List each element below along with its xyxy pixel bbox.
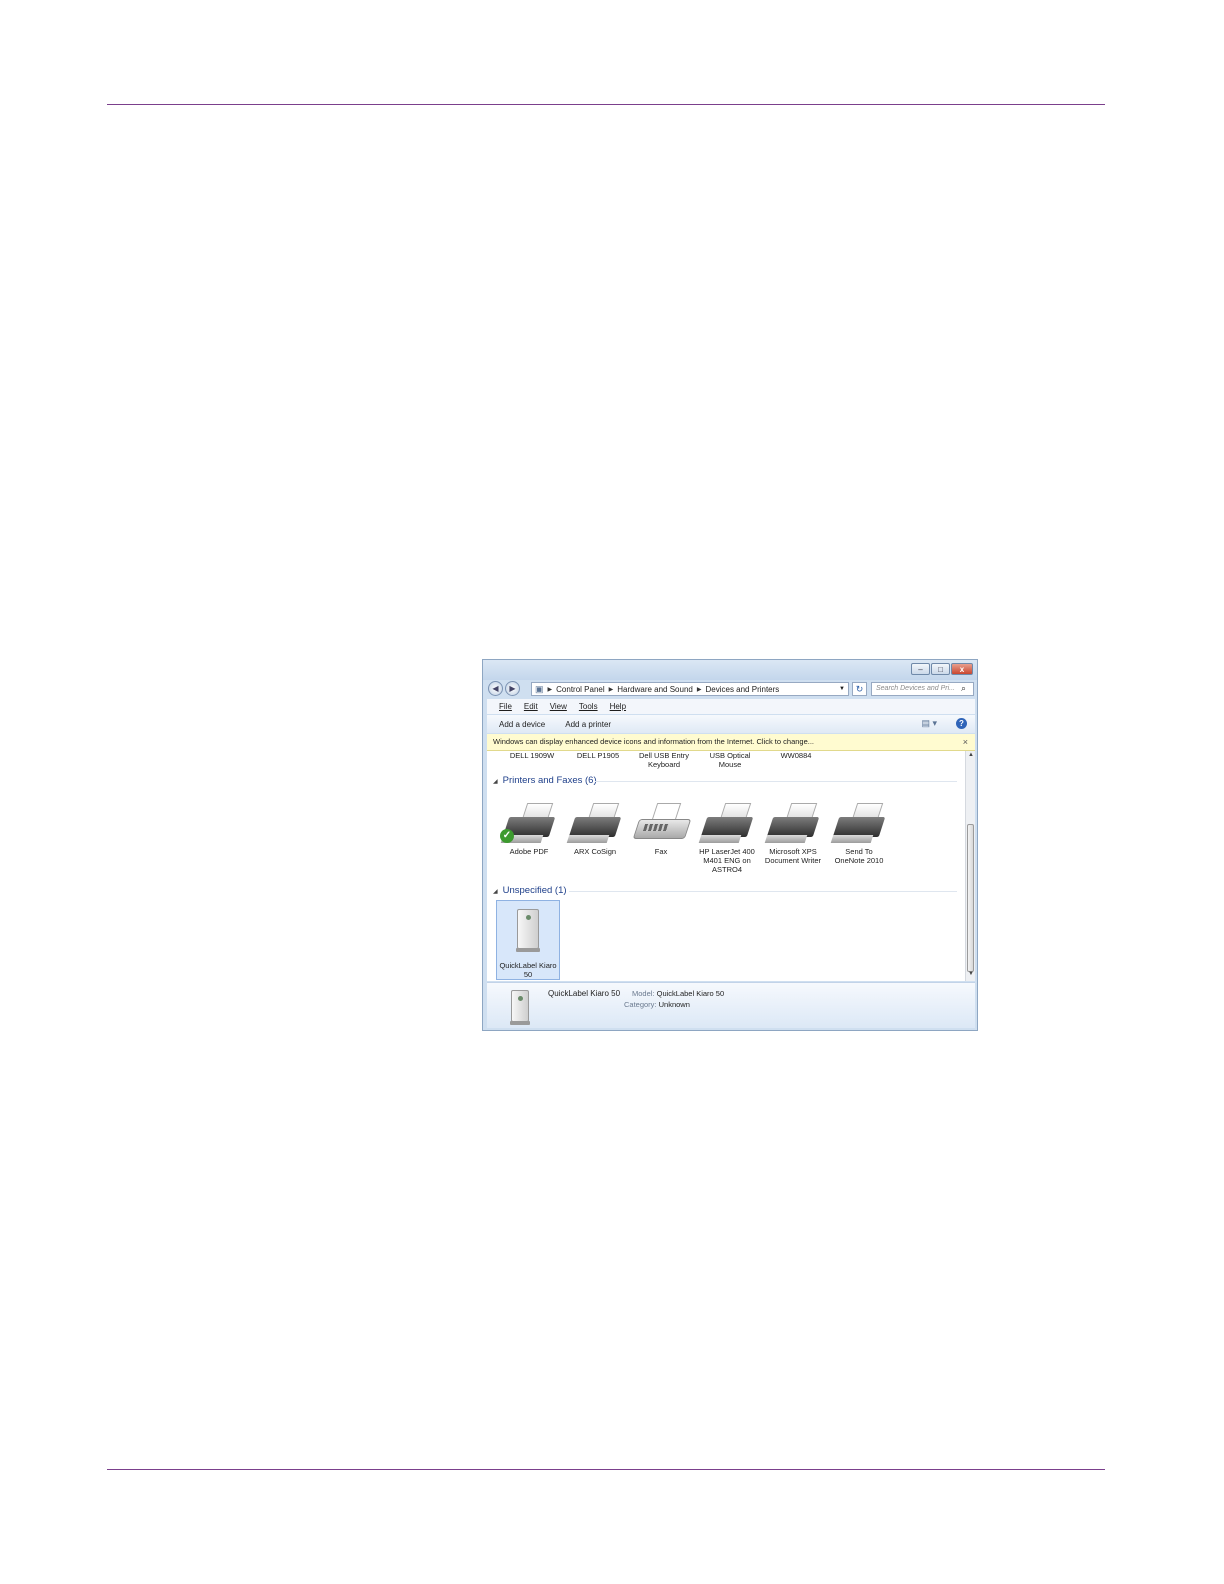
scroll-down-icon[interactable]: ▼ [967,971,975,980]
minimize-button[interactable]: – [911,663,930,675]
menu-help[interactable]: Help [610,702,626,711]
fax-icon [632,801,692,845]
device-item[interactable]: USB Optical Mouse [695,751,765,769]
info-bar-text[interactable]: Windows can display enhanced device icon… [493,737,814,746]
close-icon[interactable]: × [963,737,968,747]
device-label: Send To [845,847,873,856]
details-category: Category: Unknown [624,1000,690,1009]
device-label: ARX CoSign [573,847,617,856]
label-printer-icon [510,990,530,1025]
back-button[interactable]: ◀ [488,681,503,696]
vertical-scrollbar[interactable]: ▲ ▼ [965,751,975,981]
add-printer-button[interactable]: Add a printer [565,720,611,729]
device-label: DELL 1909W [509,751,555,760]
breadcrumb-separator-icon: ▶ [696,686,702,693]
device-list: DELL 1909W DELL P1905 Dell USB Entry Key… [487,751,965,981]
menu-view[interactable]: View [550,702,567,711]
device-label: Adobe PDF [509,847,549,856]
refresh-icon[interactable]: ↻ [852,682,867,696]
details-model-value: QuickLabel Kiaro 50 [656,989,725,998]
printer-icon [698,801,756,845]
printer-icon [764,801,822,845]
control-panel-folder-icon: ▣ [535,683,544,694]
help-icon[interactable]: ? [956,718,967,729]
breadcrumb-control-panel[interactable]: Control Panel [556,685,604,694]
address-dropdown-icon[interactable]: ▼ [839,686,845,692]
breadcrumb-separator-icon: ▶ [608,686,614,693]
printer-fax[interactable]: Fax [628,801,694,856]
device-label: Mouse [718,760,742,769]
printer-send-to-onenote[interactable]: Send To OneNote 2010 [826,801,892,865]
device-item[interactable]: DELL P1905 [563,751,633,760]
maximize-button[interactable]: □ [931,663,950,675]
details-pane: QuickLabel Kiaro 50 Model: QuickLabel Ki… [487,982,975,1028]
menu-edit[interactable]: Edit [524,702,538,711]
device-label: Document Writer [764,856,822,865]
menu-file[interactable]: File [499,702,512,711]
details-category-label: Category: [624,1000,657,1009]
device-label: Keyboard [647,760,681,769]
group-divider [595,781,957,782]
collapse-arrow-icon[interactable]: ◢ [493,889,498,895]
add-device-button[interactable]: Add a device [499,720,545,729]
details-category-value: Unknown [658,1000,690,1009]
device-label: USB Optical [709,751,751,760]
device-quicklabel-kiaro-50[interactable]: QuickLabel Kiaro 50 [496,900,560,980]
details-model-label: Model: [632,989,655,998]
address-bar[interactable]: ▣ ▶ Control Panel ▶ Hardware and Sound ▶… [531,682,849,696]
device-label: 50 [523,970,533,979]
device-label: Fax [654,847,668,856]
device-label: ASTRO4 [711,865,742,874]
navigation-bar: ◀ ▶ ▣ ▶ Control Panel ▶ Hardware and Sou… [483,680,977,698]
details-model: Model: QuickLabel Kiaro 50 [632,989,724,998]
scrollbar-thumb[interactable] [967,824,974,972]
default-checkmark-icon: ✓ [500,829,514,843]
device-item[interactable]: DELL 1909W [497,751,567,760]
forward-button[interactable]: ▶ [505,681,520,696]
printer-icon [566,801,624,845]
view-options-icon[interactable]: ▤ ▾ [921,718,937,729]
command-bar: Add a device Add a printer ▤ ▾ ? [487,715,975,733]
details-device-name: QuickLabel Kiaro 50 [548,989,621,998]
collapse-arrow-icon[interactable]: ◢ [493,779,498,785]
device-label: Microsoft XPS [769,847,817,856]
title-bar[interactable]: – □ x [483,660,977,680]
printer-hp-laserjet[interactable]: HP LaserJet 400 M401 ENG on ASTRO4 [694,801,760,874]
device-label: DELL P1905 [576,751,620,760]
printer-arx-cosign[interactable]: ARX CoSign [562,801,628,856]
device-item[interactable]: Dell USB Entry Keyboard [629,751,699,769]
devices-and-printers-window: – □ x ◀ ▶ ▣ ▶ Control Panel ▶ Hardware a… [482,659,978,1031]
printer-microsoft-xps[interactable]: Microsoft XPS Document Writer [760,801,826,865]
device-label: WW0884 [780,751,812,760]
device-label: HP LaserJet 400 [699,847,755,856]
device-item[interactable]: WW0884 [761,751,831,760]
printer-icon: ✓ [500,801,558,845]
search-icon[interactable]: ⌕ [961,683,966,694]
group-divider [569,891,957,892]
menu-tools[interactable]: Tools [579,702,598,711]
group-title: Printers and Faxes (6) [502,775,597,786]
device-label: Dell USB Entry [638,751,689,760]
device-label: QuickLabel Kiaro [499,961,557,970]
footer-rule [107,1469,1105,1470]
scroll-up-icon[interactable]: ▲ [967,752,975,761]
printer-icon [830,801,888,845]
group-header-unspecified[interactable]: ◢ Unspecified (1) [493,885,567,896]
info-bar[interactable]: Windows can display enhanced device icon… [487,734,975,751]
label-printer-icon [516,909,540,952]
group-header-printers[interactable]: ◢ Printers and Faxes (6) [493,775,597,786]
group-title: Unspecified (1) [502,885,567,896]
menu-bar: File Edit View Tools Help [487,699,975,714]
device-label: M401 ENG on [703,856,751,865]
search-input[interactable]: Search Devices and Pri... [871,682,974,696]
breadcrumb-separator-icon: ▶ [547,686,553,693]
device-label: OneNote 2010 [834,856,884,865]
breadcrumb-hardware-and-sound[interactable]: Hardware and Sound [617,685,693,694]
header-rule [107,104,1105,105]
breadcrumb-devices-and-printers[interactable]: Devices and Printers [705,685,779,694]
printer-adobe-pdf[interactable]: ✓ Adobe PDF [496,801,562,856]
close-button[interactable]: x [951,663,973,675]
